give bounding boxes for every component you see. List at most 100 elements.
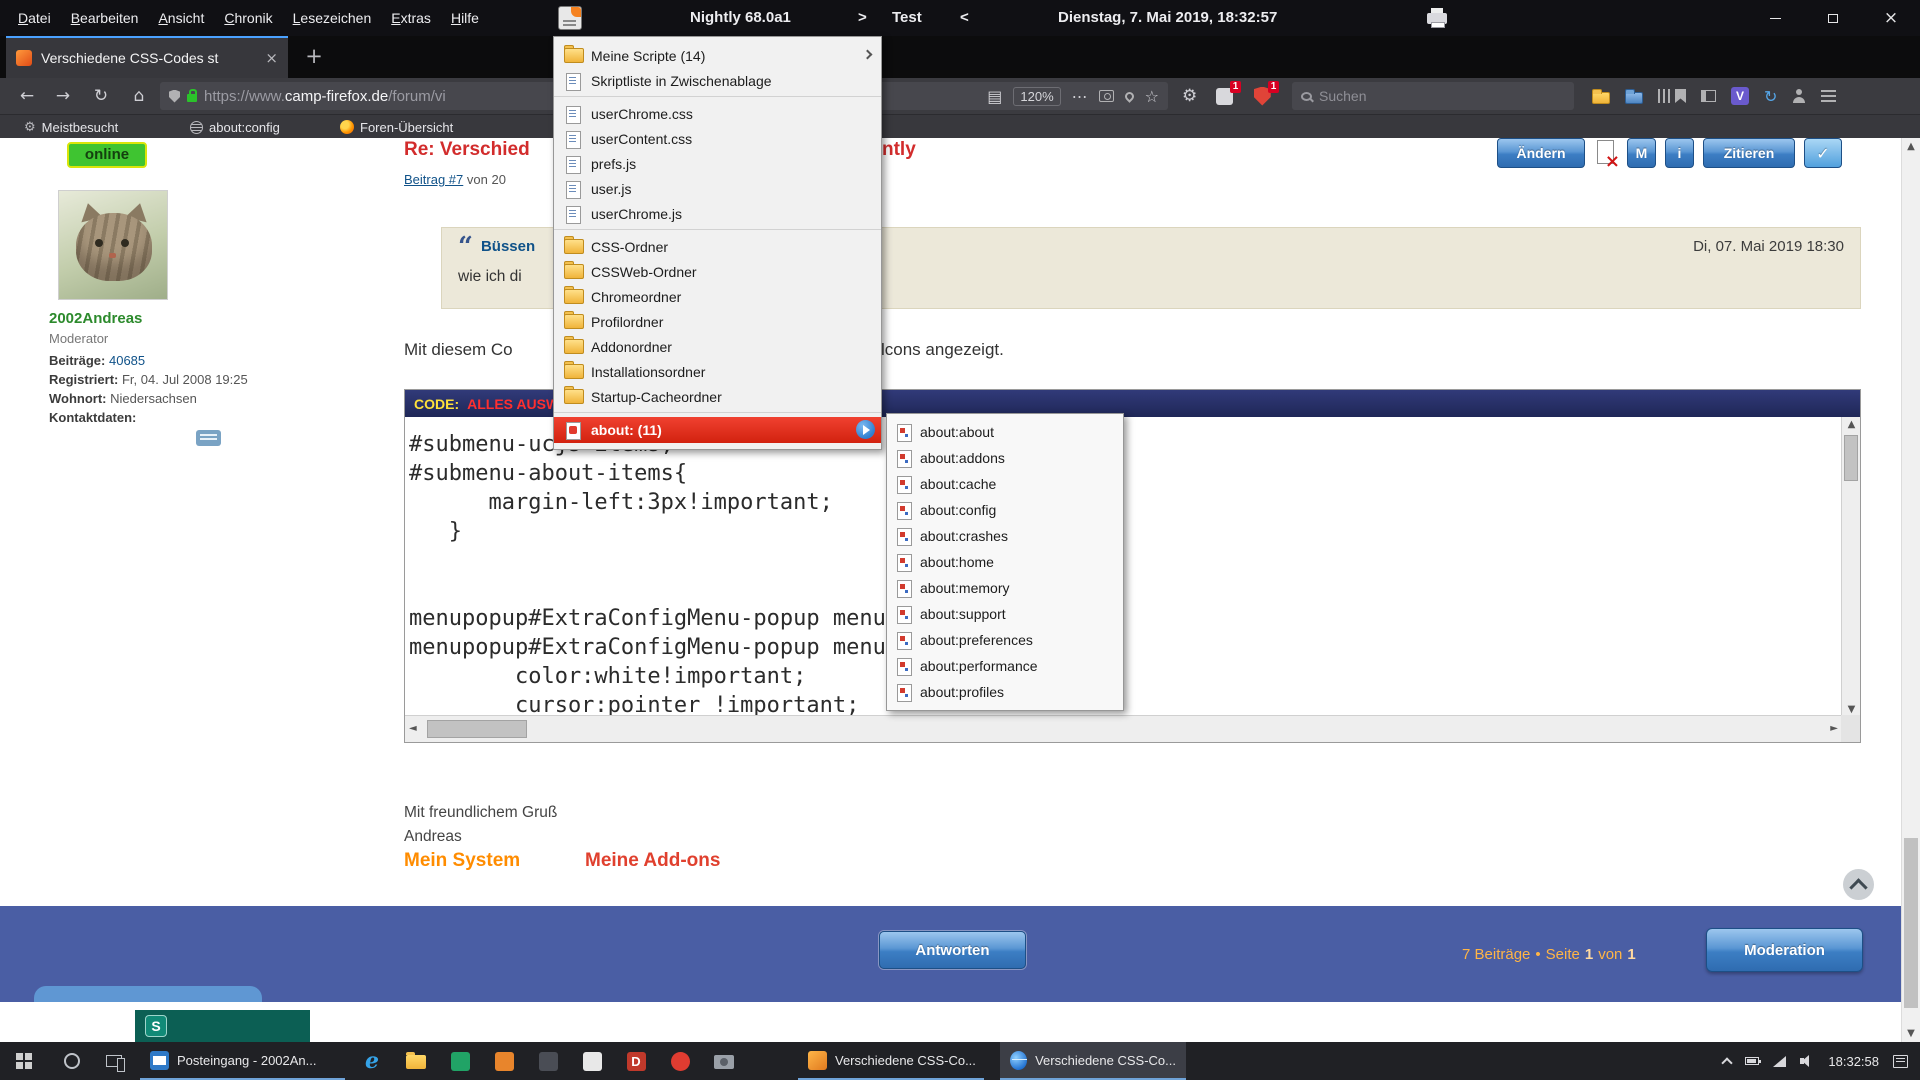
script-menu-item[interactable]: userChrome.css [554,101,881,126]
forward-button[interactable]: → [48,81,78,111]
menubar-item[interactable]: Datei [8,10,61,26]
red-circle-app-icon[interactable] [660,1042,700,1080]
reply-button[interactable]: Antworten [879,931,1026,969]
taskbar-search-icon[interactable] [52,1042,92,1080]
edge-icon[interactable]: e [352,1042,392,1080]
edit-post-button[interactable]: Ändern [1497,138,1585,168]
script-menu-item[interactable]: Chromeordner [554,284,881,309]
bookmark-item-aboutconfig[interactable]: about:config [190,115,280,139]
moderation-button[interactable]: Moderation [1706,928,1863,972]
reload-button[interactable]: ↻ [86,81,116,111]
approve-post-button[interactable]: ✓ [1804,138,1842,168]
ssl-lock-icon[interactable] [187,94,197,102]
script-menu-item[interactable]: Addonordner [554,334,881,359]
dark-app-icon[interactable] [528,1042,568,1080]
posts-value[interactable]: 40685 [109,353,145,368]
script-menu-item[interactable]: about: (11) [554,417,881,443]
script-menu-item[interactable]: Meine Scripte (14) [554,43,881,68]
scroll-up-icon[interactable]: ▲ [1842,419,1861,430]
about-submenu-item[interactable]: about:config [887,497,1123,523]
bookmark-item-meistbesucht[interactable]: ⚙Meistbesucht [24,115,118,139]
notification-center-icon[interactable] [1893,1055,1908,1068]
about-submenu-item[interactable]: about:performance [887,653,1123,679]
scroll-left-icon[interactable]: ◄ [409,723,417,734]
gear-icon[interactable]: ⚙ [1182,86,1197,106]
network-icon[interactable] [1773,1056,1786,1067]
post-title-fragment-right[interactable]: ntly [882,139,916,161]
d-app-icon[interactable]: D [616,1042,656,1080]
scroll-right-icon[interactable]: ► [1830,723,1838,734]
back-button[interactable]: ← [12,81,42,111]
script-menu-item[interactable]: CSSWeb-Ordner [554,259,881,284]
sidebar-icon[interactable] [1701,90,1716,102]
vscroll-thumb[interactable] [1844,435,1858,481]
mein-system-link[interactable]: Mein System [404,850,520,872]
m-button[interactable]: M [1627,138,1656,168]
post-title-fragment-left[interactable]: Re: Verschied [404,139,530,161]
window-close-button[interactable]: × [1862,0,1920,36]
about-submenu-item[interactable]: about:crashes [887,523,1123,549]
taskbar-window-firefox-1[interactable]: Verschiedene CSS-Co... [798,1042,984,1080]
code-horizontal-scrollbar[interactable]: ◄ ► [405,715,1842,742]
extension-icon-1[interactable]: 1 [1213,85,1235,107]
menubar-item[interactable]: Bearbeiten [61,10,149,26]
sync-icon[interactable]: ↻ [1764,87,1777,106]
explorer-folder-icon[interactable] [396,1042,436,1080]
tab-close-icon[interactable]: × [265,49,278,67]
menubar-item[interactable]: Ansicht [148,10,214,26]
new-tab-button[interactable]: + [300,43,328,71]
script-menu-item[interactable]: Profilordner [554,309,881,334]
bookmark-star-icon[interactable]: ☆ [1145,87,1159,106]
page-scroll-up-icon[interactable]: ▲ [1902,141,1920,152]
volume-icon[interactable] [1800,1055,1814,1067]
hamburger-menu-icon[interactable] [1821,90,1836,92]
window-minimize-button[interactable] [1746,0,1804,36]
code-vertical-scrollbar[interactable]: ▲ ▼ [1841,417,1860,717]
menubar-item[interactable]: Hilfe [441,10,489,26]
about-submenu-item[interactable]: about:addons [887,445,1123,471]
folder-icon[interactable] [1592,92,1610,104]
post-permalink[interactable]: Beitrag #7 [404,172,463,187]
scroll-to-top-button[interactable] [1843,869,1874,900]
page-scrollbar[interactable]: ▲ ▼ [1901,138,1920,1042]
location-pin-icon[interactable] [1123,90,1136,103]
tray-expand-icon[interactable] [1722,1057,1733,1068]
taskbar-window-firefox-2[interactable]: Verschiedene CSS-Co... [1000,1042,1186,1080]
quote-post-button[interactable]: Zitieren [1703,138,1795,168]
script-menu-item[interactable]: userChrome.js [554,201,881,230]
home-button[interactable]: ⌂ [124,81,154,111]
page-scroll-thumb[interactable] [1904,838,1918,1008]
browser-tab[interactable]: Verschiedene CSS-Codes st × [6,36,288,78]
start-button[interactable] [0,1042,48,1080]
username-link[interactable]: 2002Andreas [49,310,142,327]
bookmarks-folder-icon[interactable] [1625,92,1643,104]
menubar-item[interactable]: Chronik [214,10,282,26]
quote-author-link[interactable]: Büssen [481,238,535,255]
page-scroll-down-icon[interactable]: ▼ [1902,1028,1920,1039]
green-app-icon[interactable] [440,1042,480,1080]
menubar-item[interactable]: Lesezeichen [283,10,382,26]
script-menu-item[interactable]: Skriptliste in Zwischenablage [554,68,881,97]
zoom-level-button[interactable]: 120% [1013,87,1060,106]
task-view-icon[interactable] [94,1042,134,1080]
about-submenu-item[interactable]: about:home [887,549,1123,575]
account-icon[interactable] [1792,89,1806,103]
script-menu-button[interactable] [558,6,582,30]
content-blocking-shield-icon[interactable] [169,90,180,103]
script-menu-item[interactable]: user.js [554,176,881,201]
reader-mode-icon[interactable]: ▤ [987,87,1002,106]
search-input[interactable] [1319,88,1539,104]
delete-post-button[interactable]: × [1594,139,1618,167]
bookmark-item-forenuebersicht[interactable]: Foren-Übersicht [340,115,453,139]
script-menu-item[interactable]: CSS-Ordner [554,234,881,259]
bookmark-flag-icon[interactable] [1675,89,1686,103]
hscroll-thumb[interactable] [427,720,527,738]
library-icon[interactable] [1658,89,1660,103]
taskbar-clock[interactable]: 18:32:58 [1828,1054,1879,1069]
notepad-app-icon[interactable] [572,1042,612,1080]
orange-app-icon[interactable] [484,1042,524,1080]
about-submenu-item[interactable]: about:memory [887,575,1123,601]
info-button[interactable]: i [1665,138,1694,168]
script-menu-item[interactable]: Installationsordner [554,359,881,384]
taskbar-window-mail[interactable]: Posteingang - 2002An... [140,1042,345,1080]
